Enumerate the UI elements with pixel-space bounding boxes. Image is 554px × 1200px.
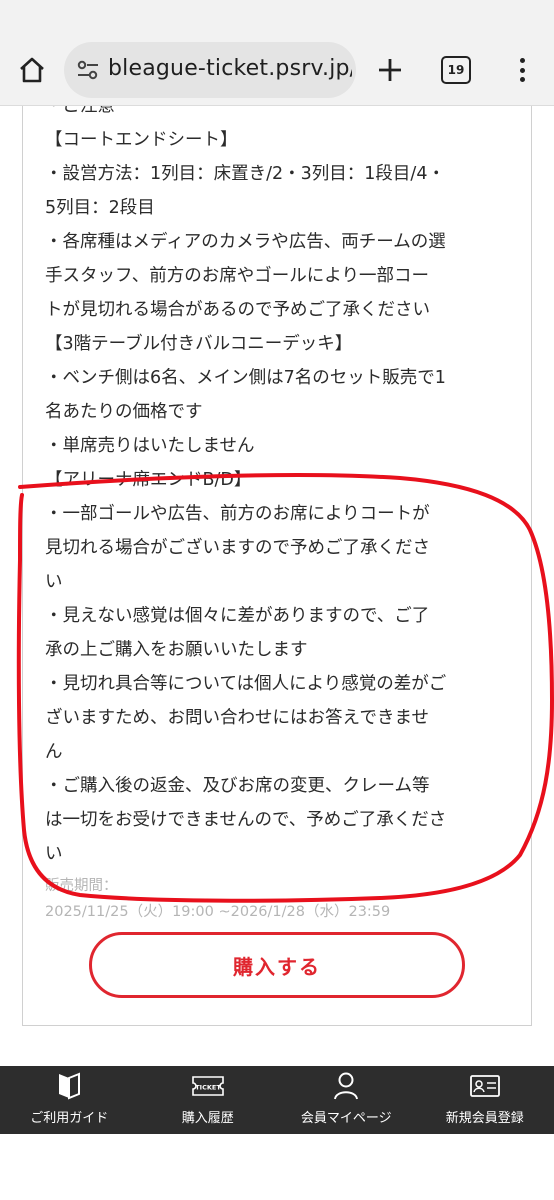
buy-button[interactable]: 購入する — [89, 932, 465, 998]
note-line: ・見切れ具合等については個人により感覚の差がご — [45, 674, 447, 694]
note-line: トが見切れる場合があるので予めご了承ください — [45, 300, 430, 320]
nav-label: 会員マイページ — [300, 1111, 392, 1126]
notes-lines: 【コートエンドシート】・設営方法：1列目：床置き/2・3列目：1段目/4・ 5列目… — [45, 123, 515, 871]
notes-heading: ・ご注意 — [45, 106, 115, 116]
site-settings-icon[interactable] — [76, 59, 100, 81]
sale-period-label: 販売期間： — [45, 878, 118, 894]
bottom-navigation: ご利用ガイド TICKET 購入履歴 会員マイページ 新規会員登録 — [0, 1066, 554, 1134]
note-line: ・単席売りはいたしません — [45, 436, 255, 456]
nav-member-page[interactable]: 会員マイページ — [277, 1066, 416, 1134]
nav-label: 新規会員登録 — [445, 1111, 524, 1126]
note-line: 5列目：2段目 — [45, 198, 155, 218]
home-icon — [20, 57, 44, 83]
note-line: ・一部ゴールや広告、前方のお席によりコートが — [45, 504, 430, 524]
note-line: ・各席種はメディアのカメラや広告、両チームの選 — [45, 232, 446, 252]
nav-purchase-history[interactable]: TICKET 購入履歴 — [139, 1066, 278, 1134]
note-line: ・見えない感覚は個々に差がありますので、ご了 — [45, 606, 430, 626]
ticket-detail-card: ・ご注意 【コートエンドシート】・設営方法：1列目：床置き/2・3列目：1段目/… — [22, 106, 532, 1026]
new-tab-button[interactable] — [372, 52, 408, 88]
note-line: ・設営方法：1列目：床置き/2・3列目：1段目/4・ — [45, 164, 445, 184]
more-menu-button[interactable] — [508, 52, 536, 88]
address-bar[interactable]: bleague-ticket.psrv.jp/sa — [64, 42, 356, 98]
note-line: 名あたりの価格です — [45, 402, 203, 422]
note-line: 見切れる場合がございますので予めご了承くださ — [45, 538, 430, 558]
nav-label: 購入履歴 — [181, 1111, 234, 1126]
note-line: は一切をお受けできませんので、予めご了承くださ — [45, 810, 447, 830]
note-line: 【アリーナ席エンドB/D】 — [45, 470, 252, 490]
svg-text:TICKET: TICKET — [195, 1084, 221, 1092]
tab-switcher-button[interactable]: 19 — [441, 56, 471, 84]
page-below-fold — [0, 1134, 554, 1200]
nav-new-registration[interactable]: 新規会員登録 — [416, 1066, 554, 1134]
url-text[interactable]: bleague-ticket.psrv.jp/sa — [108, 56, 352, 81]
note-line: い — [45, 572, 63, 592]
sale-period-value: 2025/11/25（火）19:00 ~2026/1/28（水）23:59 — [45, 904, 391, 920]
browser-toolbar: bleague-ticket.psrv.jp/sa 19 — [0, 0, 554, 106]
note-line: 【3階テーブル付きバルコニーデッキ】 — [45, 334, 353, 354]
book-icon — [59, 1072, 81, 1100]
note-line: ・ご購入後の返金、及びお席の変更、クレーム等 — [45, 776, 430, 796]
person-icon — [334, 1072, 359, 1100]
note-line: ・ベンチ側は6名、メイン側は7名のセット販売で1 — [45, 368, 446, 388]
more-menu-icon — [519, 58, 525, 63]
nav-label: ご利用ガイド — [30, 1111, 109, 1126]
nav-usage-guide[interactable]: ご利用ガイド — [0, 1066, 139, 1134]
note-line: 手スタッフ、前方のお席やゴールにより一部コー — [45, 266, 429, 286]
note-line: ざいますため、お問い合わせにはお答えできませ — [45, 708, 429, 728]
note-line: 承の上ご購入をお願いいたします — [45, 640, 308, 660]
note-line: ん — [45, 742, 63, 762]
note-line: 【コートエンドシート】 — [45, 130, 238, 150]
id-card-icon — [469, 1075, 500, 1097]
ticket-icon: TICKET — [191, 1076, 224, 1096]
seat-notes: ・ご注意 【コートエンドシート】・設営方法：1列目：床置き/2・3列目：1段目/… — [45, 106, 515, 923]
note-line: い — [45, 844, 63, 864]
home-button[interactable] — [14, 52, 50, 88]
